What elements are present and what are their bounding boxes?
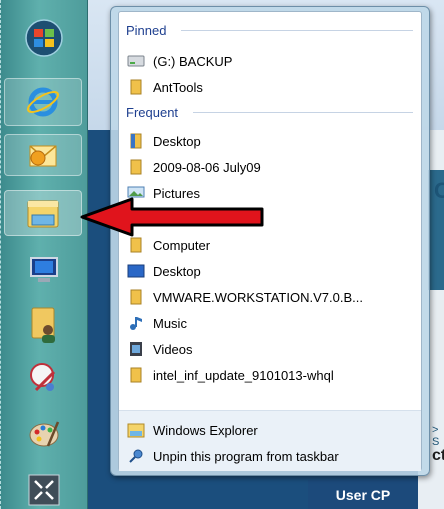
taskbar [0, 0, 88, 509]
pinned-header: Pinned [126, 21, 166, 39]
jumplist-item[interactable]: VMWARE.WORKSTATION.V7.0.B... [127, 286, 363, 308]
folder-icon [127, 288, 145, 306]
drive-icon [127, 52, 145, 70]
task-label: Windows Explorer [153, 422, 258, 438]
jumplist-item[interactable]: 2009-08-06 July09 [127, 156, 261, 178]
jumplist-item-label: Desktop [153, 263, 201, 279]
frequent-rule [193, 112, 413, 113]
music-icon [127, 314, 145, 332]
internet-explorer-icon [26, 87, 60, 117]
right-light-panel [428, 300, 444, 360]
partial-link: > S [432, 424, 440, 448]
folder-icon [127, 366, 145, 384]
task-label: Unpin this program from taskbar [153, 448, 339, 464]
paint-tool-icon [30, 363, 56, 392]
folder-icon [127, 158, 145, 176]
taskbar-outlook-button[interactable] [4, 134, 82, 176]
palette-icon [29, 421, 60, 447]
jumplist-item-label: Computer [153, 237, 211, 253]
taskbar-paint-button[interactable] [22, 414, 66, 454]
windows-explorer-icon [27, 200, 59, 228]
jumplist-item[interactable]: Videos [127, 338, 193, 360]
jumplist-item-label: Music [153, 315, 187, 331]
task-windows-explorer[interactable]: Windows Explorer [127, 419, 258, 441]
jumplist-item-label: AntTools [153, 79, 203, 95]
user-folder-icon [31, 307, 55, 343]
pinned-rule [181, 30, 413, 31]
partial-letter: C [434, 178, 444, 203]
arrows-icon [28, 474, 60, 505]
jumplist-item[interactable]: (G:) BACKUP [127, 50, 232, 72]
red-arrow-annotation [80, 197, 264, 237]
jumplist-item-label: Desktop [153, 133, 201, 149]
jumplist-item-label: intel_inf_update_9101013-whql [153, 367, 334, 383]
desktop-icon [127, 262, 145, 280]
start-button[interactable] [22, 18, 66, 58]
taskbar-tool-button[interactable] [22, 358, 66, 398]
taskbar-ie-button[interactable] [4, 78, 82, 126]
jumplist-item-label: Videos [153, 341, 193, 357]
taskbar-explorer-button[interactable] [4, 190, 82, 236]
user-cp-tab[interactable]: User CP [308, 480, 418, 509]
unpin-icon [127, 447, 145, 465]
jumplist-item[interactable]: Desktop [127, 260, 201, 282]
jump-list: Pinned (G:) BACKUP AntTools Frequent Des… [110, 6, 430, 476]
taskbar-user-folder-button[interactable] [22, 304, 66, 344]
jumplist-item[interactable]: intel_inf_update_9101013-whql [127, 364, 334, 386]
task-unpin[interactable]: Unpin this program from taskbar [127, 445, 339, 467]
jumplist-item-label: (G:) BACKUP [153, 53, 233, 69]
frequent-header: Frequent [126, 103, 178, 121]
taskbar-computer-button[interactable] [22, 250, 66, 290]
frequent-header-label: Frequent [126, 104, 179, 120]
desktop-folder-icon [127, 132, 145, 150]
windows-start-icon [25, 19, 63, 57]
folder-icon [127, 78, 145, 96]
outlook-icon [29, 145, 57, 167]
jump-list-body: Pinned (G:) BACKUP AntTools Frequent Des… [118, 11, 422, 471]
computer-icon [30, 257, 58, 282]
videos-icon [127, 340, 145, 358]
partial-heading: ct [432, 447, 444, 464]
explorer-icon [127, 421, 145, 439]
jump-list-tasks: Windows Explorer Unpin this program from… [119, 410, 421, 471]
jumplist-item[interactable]: Music [127, 312, 187, 334]
folder-icon [127, 236, 145, 254]
pinned-header-label: Pinned [126, 22, 167, 38]
jumplist-item[interactable]: Desktop [127, 130, 201, 152]
jumplist-item-label: VMWARE.WORKSTATION.V7.0.B... [153, 289, 363, 305]
jumplist-item-label: 2009-08-06 July09 [153, 159, 261, 175]
taskbar-arrows-button[interactable] [22, 470, 66, 509]
jumplist-item[interactable]: AntTools [127, 76, 203, 98]
